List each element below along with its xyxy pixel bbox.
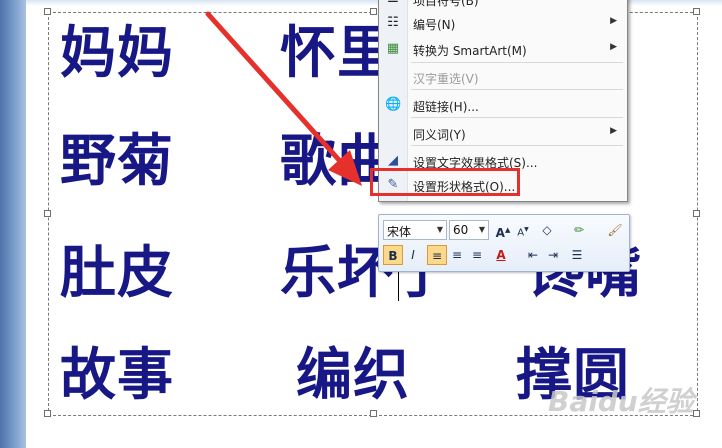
watermark-logo: Baidu经验 xyxy=(548,385,694,418)
